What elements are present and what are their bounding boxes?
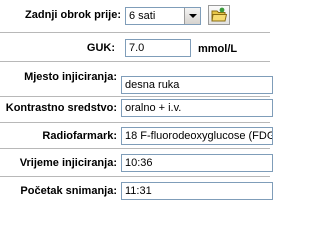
open-folder-button[interactable] [208, 5, 230, 25]
injection-time-label: Vrijeme injiciranja: [19, 157, 117, 169]
last-meal-value: 6 sati [129, 10, 156, 22]
contrast-input[interactable]: oralno + i.v. [121, 99, 273, 117]
divider [0, 122, 270, 123]
folder-icon [211, 7, 228, 22]
radiopharm-input[interactable]: 18 F-fluorodeoxyglucose (FDG [121, 127, 273, 145]
injection-time-input[interactable]: 10:36 [121, 154, 273, 172]
divider [0, 176, 270, 177]
chevron-down-icon[interactable] [184, 8, 200, 24]
guk-label: GUK: [86, 42, 115, 54]
radiopharm-label: Radiofarmark: [42, 130, 117, 142]
divider [0, 32, 270, 33]
injection-site-input[interactable]: desna ruka [121, 76, 273, 94]
divider [0, 96, 270, 97]
scan-start-input[interactable]: 11:31 [121, 182, 273, 200]
last-meal-label: Zadnji obrok prije: [25, 9, 121, 21]
injection-site-label: Mjesto injiciranja: [24, 71, 117, 83]
last-meal-select[interactable]: 6 sati [125, 7, 201, 25]
guk-unit: mmol/L [198, 43, 238, 55]
divider [0, 61, 270, 62]
guk-input[interactable]: 7.0 [125, 39, 191, 57]
divider [0, 148, 270, 149]
contrast-label: Kontrastno sredstvo: [5, 102, 117, 114]
scan-start-label: Početak snimanja: [20, 185, 117, 197]
